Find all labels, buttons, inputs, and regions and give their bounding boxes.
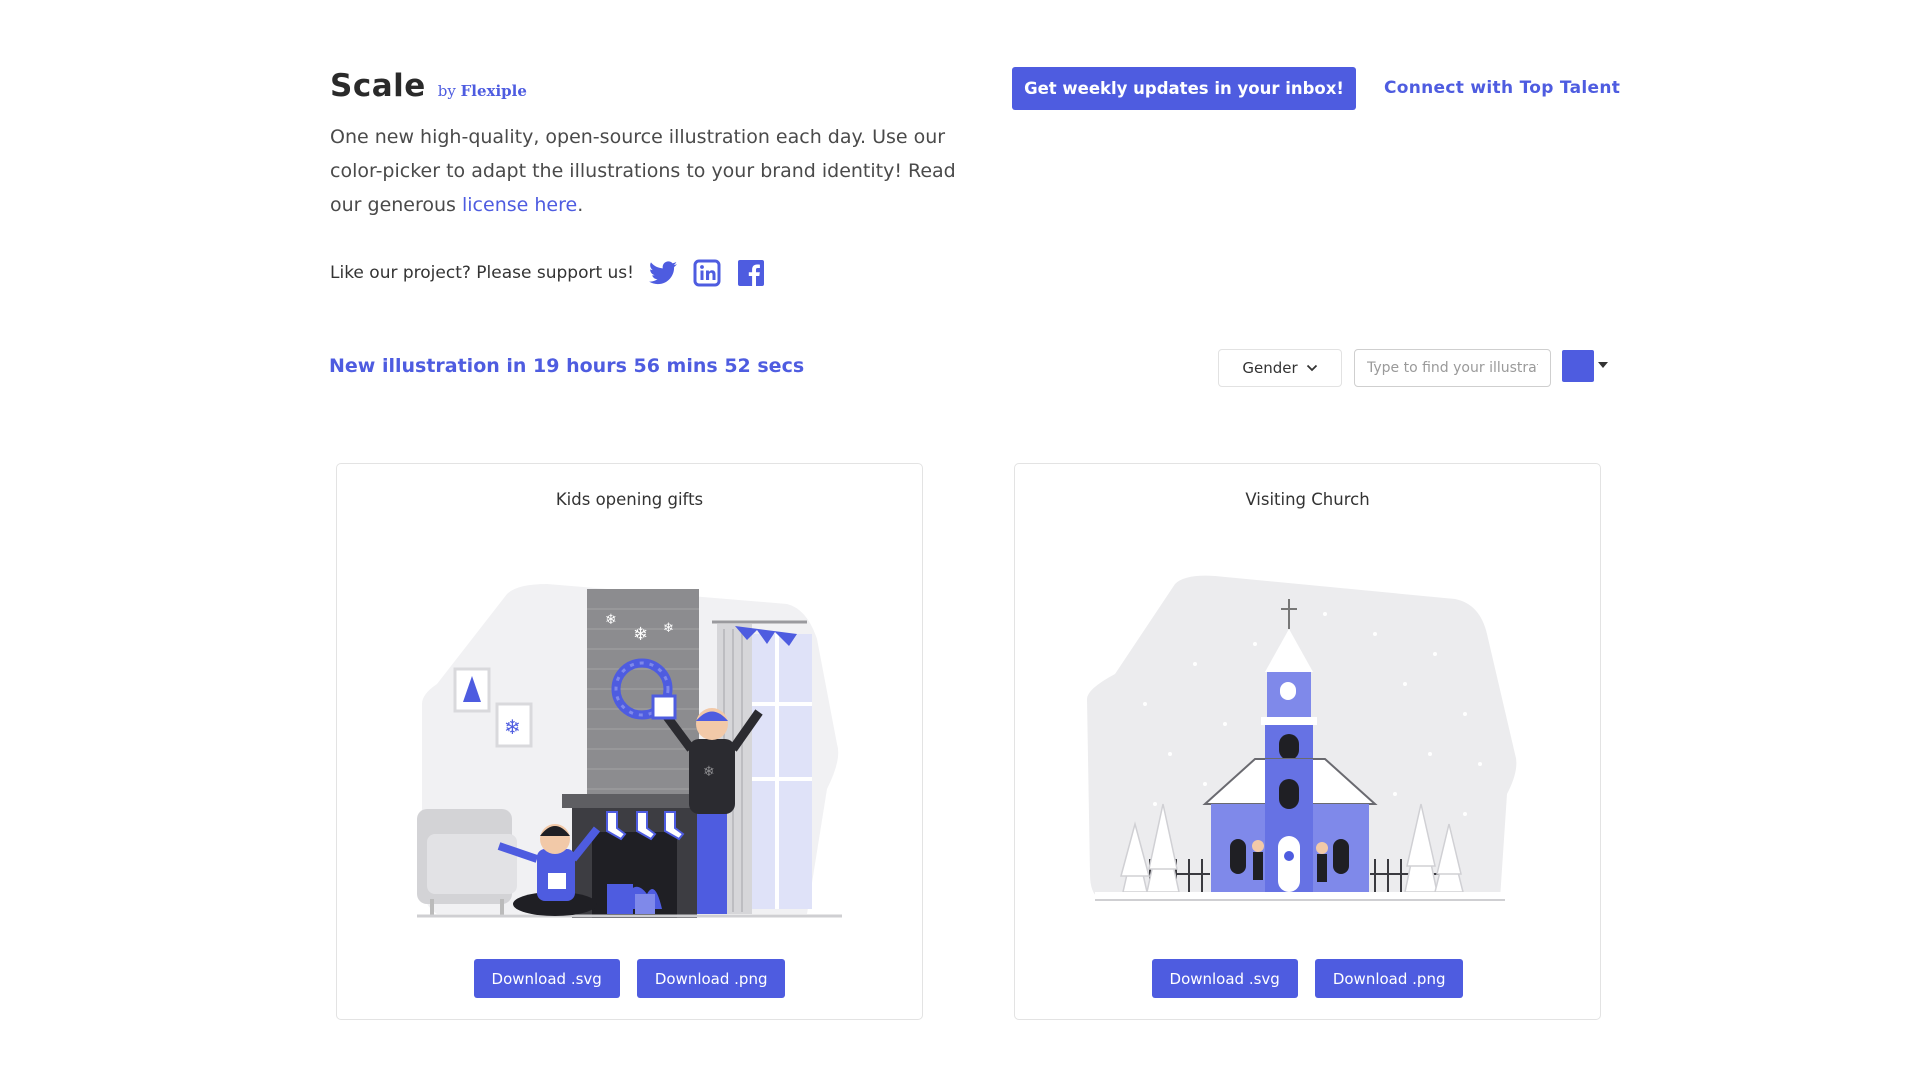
svg-text:❄: ❄ bbox=[605, 612, 617, 628]
download-buttons: Download .svg Download .png bbox=[1015, 959, 1600, 998]
download-png-button[interactable]: Download .png bbox=[1314, 959, 1464, 998]
color-picker[interactable] bbox=[1562, 350, 1608, 382]
svg-text:❄: ❄ bbox=[703, 764, 715, 780]
caret-down-icon[interactable] bbox=[1598, 362, 1608, 368]
kids-opening-gifts-illustration: ❄ ❄ ❄ ❄ ❄ bbox=[417, 584, 842, 918]
brand: Scale by Flexiple bbox=[330, 68, 527, 104]
illustration-card: Kids opening gifts ❄ ❄ ❄ ❄ ❄ Download .s… bbox=[336, 463, 923, 1020]
chevron-down-icon bbox=[1306, 364, 1317, 372]
connect-talent-link[interactable]: Connect with Top Talent bbox=[1384, 78, 1620, 98]
weekly-updates-button[interactable]: Get weekly updates in your inbox! bbox=[1012, 67, 1356, 110]
illustration-card: Visiting Church Download .svg Download .… bbox=[1014, 463, 1601, 1020]
support-row: Like our project? Please support us! bbox=[330, 258, 766, 288]
card-title: Kids opening gifts bbox=[555, 490, 704, 509]
twitter-icon[interactable] bbox=[648, 258, 678, 288]
svg-text:❄: ❄ bbox=[663, 621, 674, 636]
brand-title[interactable]: Scale bbox=[330, 68, 426, 104]
gender-dropdown[interactable]: Gender bbox=[1218, 349, 1342, 387]
download-svg-button[interactable]: Download .svg bbox=[1151, 959, 1298, 998]
brand-byline[interactable]: by Flexiple bbox=[438, 82, 527, 100]
countdown-text: New illustration in 19 hours 56 mins 52 … bbox=[329, 355, 805, 377]
intro-body: One new high-quality, open-source illust… bbox=[330, 126, 956, 216]
download-png-button[interactable]: Download .png bbox=[636, 959, 786, 998]
brand-by-text: by bbox=[437, 82, 456, 100]
search-input[interactable] bbox=[1354, 349, 1551, 387]
page: Scale by Flexiple One new high-quality, … bbox=[0, 0, 1920, 1080]
gender-label: Gender bbox=[1242, 359, 1298, 377]
facebook-icon[interactable] bbox=[736, 258, 766, 288]
intro-end: . bbox=[577, 194, 584, 216]
download-svg-button[interactable]: Download .svg bbox=[473, 959, 620, 998]
linkedin-icon[interactable] bbox=[692, 258, 722, 288]
svg-text:❄: ❄ bbox=[504, 715, 521, 739]
color-swatch[interactable] bbox=[1562, 350, 1594, 382]
support-text: Like our project? Please support us! bbox=[330, 263, 634, 283]
download-buttons: Download .svg Download .png bbox=[337, 959, 922, 998]
brand-company: Flexiple bbox=[460, 82, 527, 100]
visiting-church-illustration bbox=[1087, 575, 1517, 901]
card-title: Visiting Church bbox=[1245, 490, 1370, 509]
svg-text:❄: ❄ bbox=[633, 624, 648, 645]
license-link[interactable]: license here bbox=[462, 194, 577, 216]
intro-text: One new high-quality, open-source illust… bbox=[330, 120, 970, 222]
